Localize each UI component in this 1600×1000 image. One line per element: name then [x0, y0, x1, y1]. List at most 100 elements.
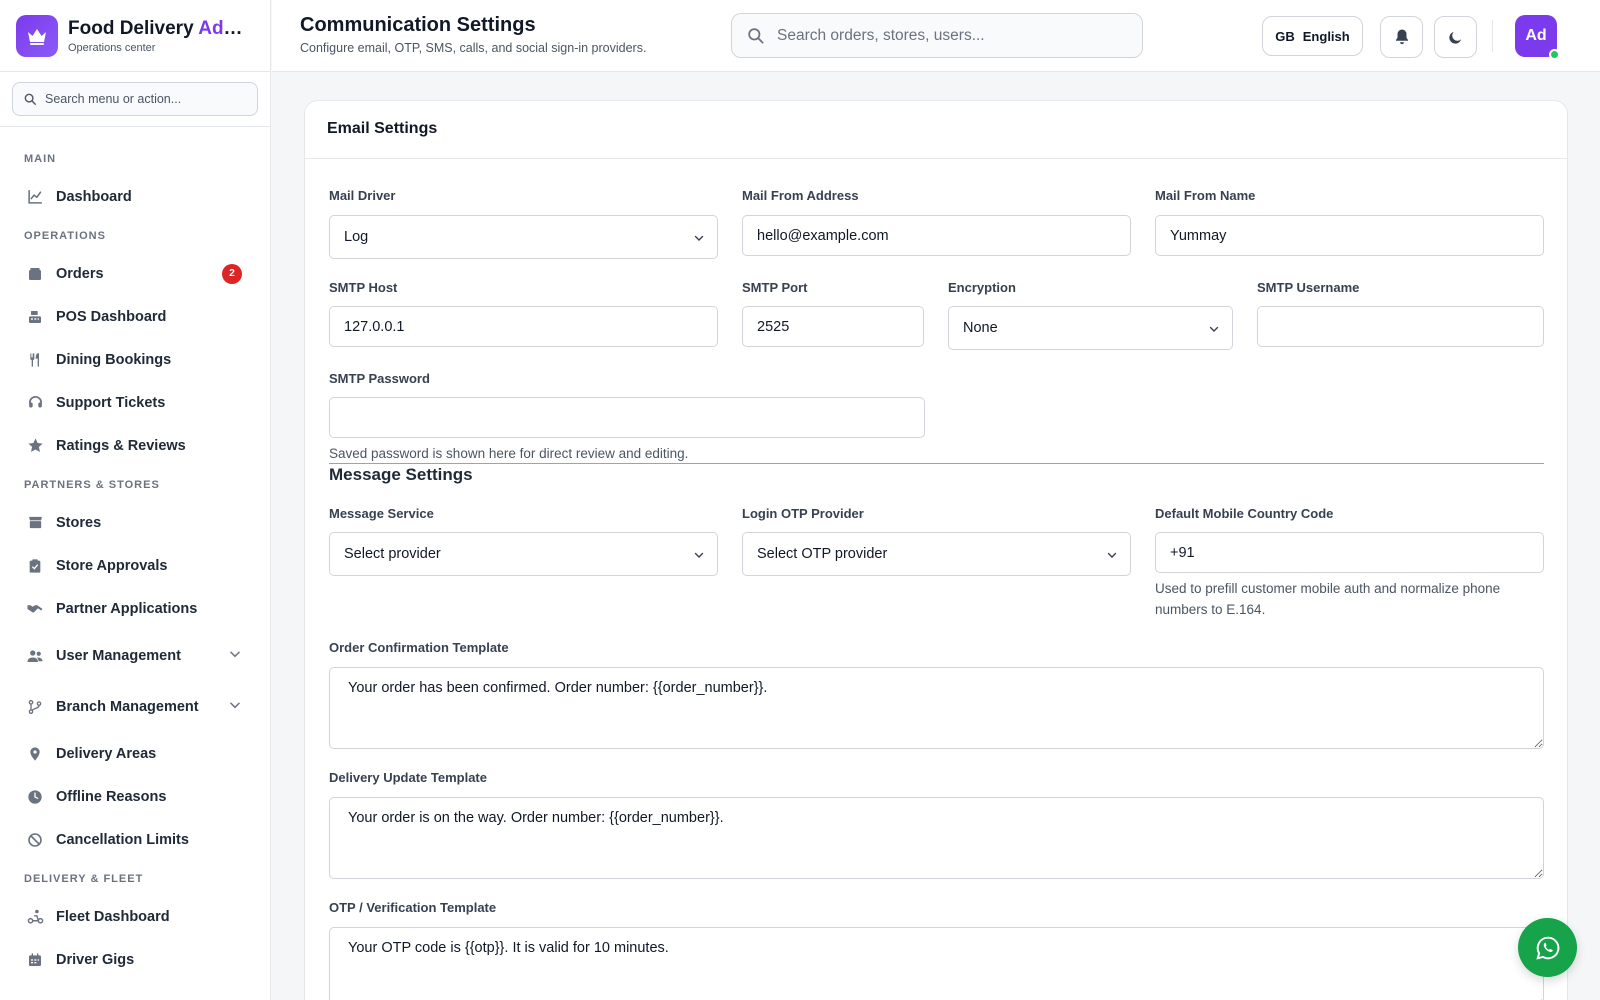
language-label: English — [1302, 28, 1350, 44]
chevron-down-icon — [693, 549, 705, 565]
brand[interactable]: Food Delivery Admin Operations center — [0, 0, 270, 72]
online-status-dot — [1549, 49, 1560, 60]
mail-driver-select[interactable]: Log — [329, 215, 718, 259]
sidebar-nav: MAIN Dashboard OPERATIONS Orders 2 POS D… — [0, 127, 270, 981]
encryption-select[interactable]: None — [948, 306, 1233, 350]
orders-count-badge: 2 — [222, 263, 242, 284]
sidebar-search-input[interactable] — [45, 92, 245, 106]
encryption-label: Encryption — [948, 280, 1016, 295]
sidebar-item-driver-gigs[interactable]: Driver Gigs — [0, 938, 270, 981]
country-code-input[interactable] — [1155, 532, 1544, 573]
sidebar-search — [12, 82, 258, 116]
smtp-password-label: SMTP Password — [329, 371, 430, 386]
chevron-down-icon — [1106, 549, 1118, 565]
global-search-input[interactable] — [777, 26, 1117, 45]
scooter-icon — [26, 908, 44, 926]
smtp-username-input[interactable] — [1257, 306, 1544, 347]
chevron-down-icon — [1208, 323, 1220, 339]
utensils-icon — [26, 351, 44, 369]
topbar: Communication Settings Configure email, … — [272, 0, 1600, 72]
smtp-host-input[interactable] — [329, 306, 718, 347]
sidebar: Food Delivery Admin Operations center MA… — [0, 0, 271, 1000]
mail-from-address-input[interactable] — [742, 215, 1131, 256]
nav-section-main: MAIN — [24, 153, 57, 165]
sidebar-item-pos[interactable]: POS Dashboard — [0, 295, 270, 338]
delivery-template-textarea[interactable]: Your order is on the way. Order number: … — [329, 797, 1544, 879]
nav-section-fleet: DELIVERY & FLEET — [24, 873, 144, 885]
sidebar-item-ratings[interactable]: Ratings & Reviews — [0, 424, 270, 467]
notifications-button[interactable] — [1380, 16, 1423, 58]
sidebar-item-stores[interactable]: Stores — [0, 501, 270, 544]
order-template-textarea[interactable]: Your order has been confirmed. Order num… — [329, 667, 1544, 749]
git-branch-icon — [26, 698, 44, 716]
smtp-port-input[interactable] — [742, 306, 924, 347]
mail-from-name-input[interactable] — [1155, 215, 1544, 256]
otp-template-textarea[interactable]: Your OTP code is {{otp}}. It is valid fo… — [329, 927, 1544, 1000]
otp-template-label: OTP / Verification Template — [329, 900, 497, 915]
whatsapp-chat-button[interactable] — [1518, 918, 1577, 977]
sidebar-item-dashboard[interactable]: Dashboard — [0, 175, 270, 218]
page-subtitle: Configure email, OTP, SMS, calls, and so… — [300, 41, 647, 55]
global-search — [731, 13, 1143, 58]
ban-icon — [26, 831, 44, 849]
sidebar-item-store-approvals[interactable]: Store Approvals — [0, 544, 270, 587]
star-icon — [26, 437, 44, 455]
sidebar-item-branch-management[interactable]: Branch Management — [0, 681, 270, 732]
map-pin-icon — [26, 745, 44, 763]
crown-icon — [16, 14, 58, 57]
search-icon — [748, 28, 764, 44]
login-otp-provider-select[interactable]: Select OTP provider — [742, 532, 1131, 576]
mail-from-address-label: Mail From Address — [742, 188, 859, 203]
handshake-icon — [26, 600, 44, 618]
sidebar-item-support[interactable]: Support Tickets — [0, 381, 270, 424]
smtp-port-label: SMTP Port — [742, 280, 808, 295]
mail-from-name-label: Mail From Name — [1155, 188, 1256, 203]
headset-icon — [26, 394, 44, 412]
page-title: Communication Settings — [300, 14, 536, 36]
smtp-host-label: SMTP Host — [329, 280, 398, 295]
sidebar-item-cancellation-limits[interactable]: Cancellation Limits — [0, 818, 270, 861]
language-code: GB — [1275, 28, 1295, 44]
brand-subtitle: Operations center — [68, 41, 156, 54]
settings-card: Email Settings Mail Driver Log Mail From… — [304, 100, 1568, 1000]
section-divider — [329, 463, 1544, 464]
clipboard-check-icon — [26, 557, 44, 575]
sidebar-item-orders[interactable]: Orders 2 — [0, 252, 270, 295]
login-otp-provider-label: Login OTP Provider — [742, 506, 864, 521]
sidebar-item-dining[interactable]: Dining Bookings — [0, 338, 270, 381]
language-button[interactable]: GB English — [1262, 16, 1363, 56]
delivery-template-label: Delivery Update Template — [329, 770, 487, 785]
moon-icon — [1449, 31, 1462, 44]
sidebar-item-delivery-areas[interactable]: Delivery Areas — [0, 732, 270, 775]
nav-section-operations: OPERATIONS — [24, 230, 106, 242]
sidebar-item-fleet-dashboard[interactable]: Fleet Dashboard — [0, 895, 270, 938]
cash-register-icon — [26, 308, 44, 326]
brand-title: Food Delivery Admin — [68, 17, 246, 39]
message-service-label: Message Service — [329, 506, 434, 521]
user-avatar[interactable]: Ad — [1515, 15, 1560, 60]
whatsapp-icon — [1535, 936, 1559, 960]
email-settings-title: Email Settings — [305, 101, 1567, 159]
sidebar-item-partner-applications[interactable]: Partner Applications — [0, 587, 270, 630]
chevron-down-icon — [228, 647, 242, 665]
sidebar-item-user-management[interactable]: User Management — [0, 630, 270, 681]
smtp-password-input[interactable] — [329, 397, 925, 438]
box-icon — [26, 265, 44, 283]
chevron-down-icon — [693, 232, 705, 248]
search-icon — [24, 93, 36, 105]
calendar-icon — [26, 951, 44, 969]
store-icon — [26, 514, 44, 532]
chevron-down-icon — [228, 698, 242, 716]
topbar-divider — [1492, 20, 1493, 52]
order-template-label: Order Confirmation Template — [329, 640, 509, 655]
nav-section-partners: PARTNERS & STORES — [24, 479, 160, 491]
mail-driver-label: Mail Driver — [329, 188, 396, 203]
bell-icon — [1395, 29, 1408, 45]
smtp-username-label: SMTP Username — [1257, 280, 1360, 295]
theme-toggle-button[interactable] — [1434, 16, 1477, 58]
message-service-select[interactable]: Select provider — [329, 532, 718, 576]
sidebar-item-offline-reasons[interactable]: Offline Reasons — [0, 775, 270, 818]
country-code-label: Default Mobile Country Code — [1155, 506, 1334, 521]
smtp-password-hint: Saved password is shown here for direct … — [329, 446, 689, 461]
clock-icon — [26, 788, 44, 806]
